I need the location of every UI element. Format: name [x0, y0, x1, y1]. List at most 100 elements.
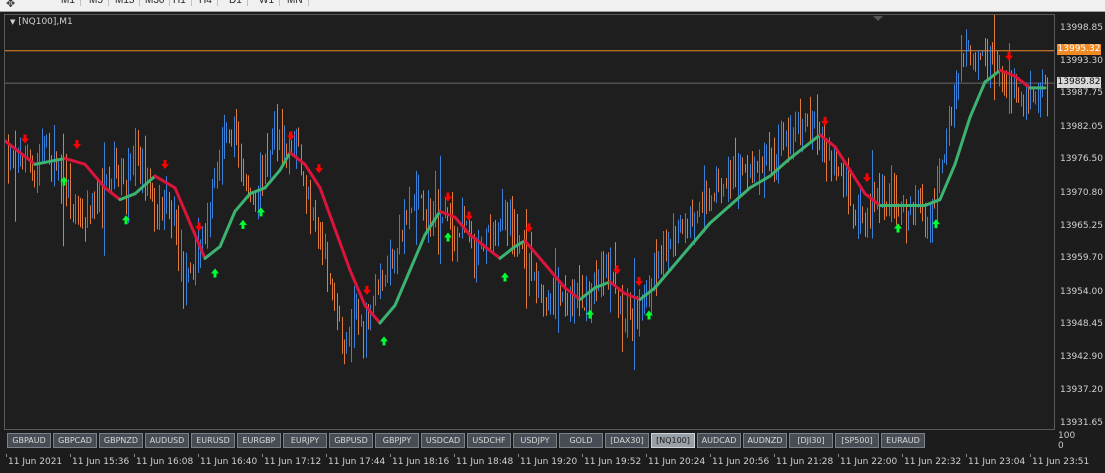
timeframe-m15[interactable]: M15 [110, 0, 141, 6]
ma-segment [468, 233, 487, 249]
symbol-button[interactable]: USDCHF [467, 433, 511, 448]
ma-segment [788, 145, 807, 160]
timeframe-mn[interactable]: MN [282, 0, 309, 6]
timeframe-m5[interactable]: M5 [84, 0, 109, 6]
buy-arrow-icon [932, 219, 940, 229]
ohlc-bars [8, 15, 1048, 371]
buy-arrow-icon [894, 223, 902, 233]
time-axis-label: 11 Jun 16:08 [136, 457, 194, 467]
time-axis-tick [774, 454, 775, 457]
ma-segment [653, 268, 672, 290]
price-axis-label: 13998.85 [1060, 23, 1103, 33]
current-price-tag: 13989.82 [1057, 76, 1101, 88]
price-axis-label: 13970.80 [1060, 187, 1103, 198]
sub-axis-top-label: 100 [1058, 431, 1076, 441]
ma-segment [708, 203, 732, 225]
time-axis-tick [710, 454, 711, 457]
chart-canvas[interactable] [5, 15, 1054, 429]
price-axis-label: 13965.25 [1060, 220, 1103, 231]
price-axis-label: 13937.20 [1060, 385, 1103, 396]
price-axis-label: 13982.05 [1060, 121, 1103, 132]
symbol-button[interactable]: [DAX30] [605, 433, 649, 448]
buy-arrow-icon [586, 309, 594, 319]
collapse-triangle-icon[interactable]: ▼ [10, 18, 15, 26]
time-axis-tick [1030, 454, 1031, 457]
sell-arrow-icon [465, 211, 473, 221]
ma-segment [423, 209, 442, 237]
ma-segment [688, 221, 712, 249]
time-axis-tick [70, 454, 71, 457]
buy-arrow-icon [239, 219, 247, 229]
time-axis-tick [966, 454, 967, 457]
symbol-button[interactable]: EURGBP [237, 433, 281, 448]
ma-segment [218, 209, 237, 249]
symbol-button[interactable]: GBPNZD [99, 433, 143, 448]
timeframe-m30[interactable]: M30 [140, 0, 171, 6]
crosshair-icon[interactable]: ✥ [6, 0, 15, 10]
sell-arrow-icon [863, 173, 871, 183]
sell-arrow-icon [1005, 51, 1013, 61]
time-axis-tick [326, 454, 327, 457]
ma-segment [408, 233, 427, 272]
symbol-button[interactable]: GBPAUD [7, 433, 51, 448]
time-axis-label: 11 Jun 20:56 [712, 457, 770, 467]
price-axis[interactable]: 13998.85 13993.30 13987.75 13982.05 13976.50… [1055, 14, 1105, 430]
time-axis-label: 11 Jun 15:36 [72, 457, 130, 467]
symbol-button[interactable]: USDJPY [513, 433, 557, 448]
symbol-title[interactable]: ▼ [NQ100],M1 [10, 17, 73, 27]
sell-arrow-icon [287, 131, 295, 141]
ma-segment [378, 303, 397, 325]
timeframe-toolbar: ✥ M1 M5 M15 M30 H1 H4 D1 W1 MN [0, 0, 1105, 12]
price-chart[interactable]: ▼ [NQ100],M1 [4, 14, 1055, 430]
time-axis-label: 11 Jun 17:12 [264, 457, 322, 467]
ma-segment [63, 156, 87, 166]
symbol-button[interactable]: AUDNZD [743, 433, 787, 448]
time-axis-label: 11 Jun 17:44 [328, 457, 386, 467]
symbol-button-bar: GBPAUD GBPCAD GBPNZD AUDUSD EURUSD EURGBP EURJ… [4, 431, 1055, 449]
symbol-button[interactable]: GBPUSD [329, 433, 373, 448]
ma-segment [523, 239, 547, 266]
timeframe-w1[interactable]: W1 [254, 0, 280, 6]
sell-arrow-icon [635, 277, 643, 287]
ma-segment [348, 268, 367, 307]
timeframe-m1[interactable]: M1 [56, 0, 81, 6]
time-axis-label: 11 Jun 20:24 [648, 457, 706, 467]
chart-shift-marker-icon [873, 16, 883, 21]
time-axis-label: 11 Jun 18:48 [456, 457, 514, 467]
buy-arrow-icon [501, 272, 509, 282]
ma-segment [968, 80, 987, 119]
symbol-button[interactable]: EURUSD [191, 433, 235, 448]
time-axis-label: 11 Jun 19:52 [584, 457, 642, 467]
price-axis-label: 13954.00 [1060, 286, 1103, 297]
buy-arrow-icon [380, 336, 388, 346]
time-axis[interactable]: 11 Jun 2021 11 Jun 15:36 11 Jun 16:08 11 Ju… [0, 454, 1105, 473]
ma-segment [833, 145, 852, 172]
symbol-button[interactable]: [SP500] [835, 433, 879, 448]
time-axis-label: 11 Jun 2021 [8, 457, 63, 467]
symbol-button[interactable]: GBPCAD [53, 433, 97, 448]
ma-segment [118, 192, 137, 202]
time-axis-label: 11 Jun 22:32 [904, 457, 962, 467]
sell-arrow-icon [363, 285, 371, 295]
symbol-button[interactable]: USDCAD [421, 433, 465, 448]
time-axis-tick [902, 454, 903, 457]
time-axis-tick [134, 454, 135, 457]
symbol-button[interactable]: EURJPY [283, 433, 327, 448]
symbol-button[interactable]: GBPJPY [375, 433, 419, 448]
symbol-button[interactable]: AUDCAD [697, 433, 741, 448]
time-axis-tick [390, 454, 391, 457]
timeframe-h4[interactable]: H4 [194, 0, 218, 6]
sell-arrow-icon [161, 159, 169, 169]
symbol-button[interactable]: EURAUD [881, 433, 925, 448]
symbol-button[interactable]: [NQ100] [651, 433, 695, 448]
symbol-button[interactable]: GOLD [559, 433, 603, 448]
bid-price-tag: 13995.32 [1057, 44, 1101, 56]
price-axis-label: 13959.70 [1060, 253, 1103, 264]
time-axis-label: 11 Jun 16:40 [200, 457, 258, 467]
timeframe-h1[interactable]: H1 [168, 0, 192, 6]
time-axis-tick [6, 454, 7, 457]
time-axis-label: 11 Jun 23:04 [968, 457, 1026, 467]
symbol-button[interactable]: [DJI30] [789, 433, 833, 448]
timeframe-d1[interactable]: D1 [224, 0, 248, 6]
symbol-button[interactable]: AUDUSD [145, 433, 189, 448]
